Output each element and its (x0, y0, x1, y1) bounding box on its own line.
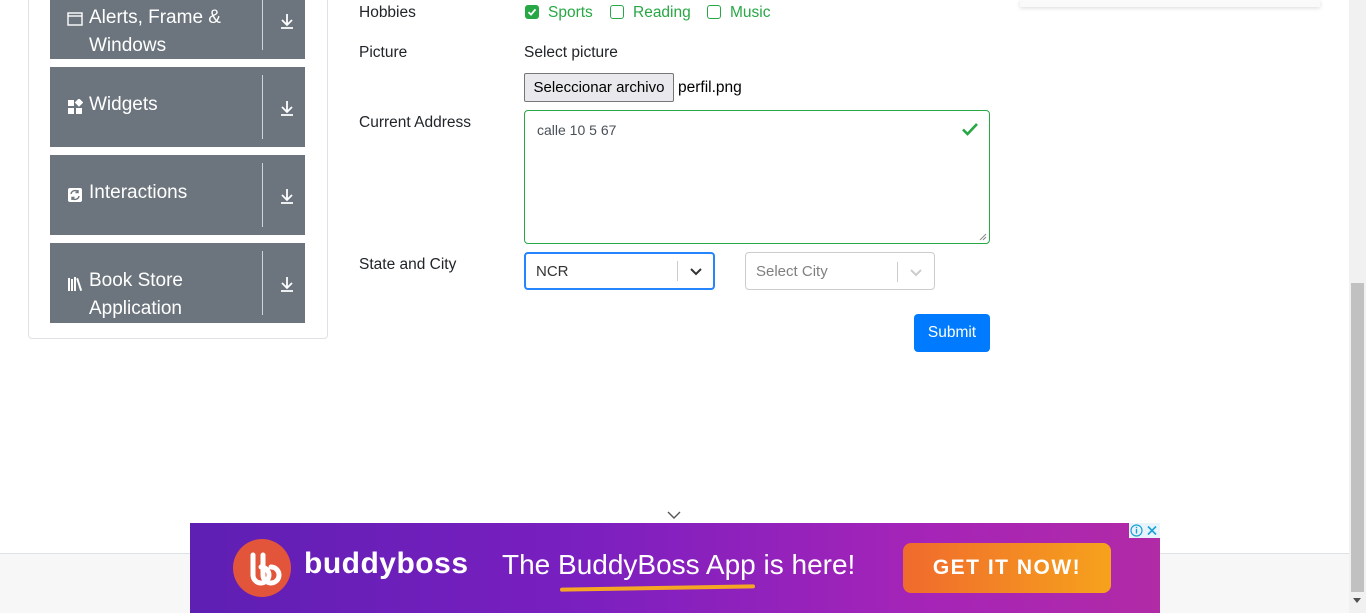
collapse-chevron-icon[interactable] (666, 510, 682, 520)
select-separator (677, 261, 678, 281)
divider (262, 251, 263, 315)
widgets-icon (68, 99, 83, 114)
books-icon (68, 277, 83, 291)
check-icon (527, 8, 537, 16)
hobbies-label: Hobbies (359, 4, 416, 21)
buddyboss-logo-icon (233, 539, 291, 597)
scrollbar-thumb[interactable] (1351, 283, 1364, 592)
chevron-down-icon[interactable] (907, 263, 925, 281)
submit-button[interactable]: Submit (914, 314, 990, 352)
city-select[interactable]: Select City (745, 252, 935, 290)
valid-check-icon (962, 123, 978, 136)
selected-file-name: perfil.png (678, 79, 742, 96)
divider (262, 163, 263, 227)
sidebar-group-label: Interactions (89, 182, 188, 203)
sidebar-group-widgets[interactable]: Widgets (50, 67, 305, 147)
download-icon[interactable] (277, 274, 297, 294)
download-icon[interactable] (277, 186, 297, 206)
banner-headline: The BuddyBoss App is here! (502, 549, 856, 580)
sidebar-group-interactions[interactable]: Interactions (50, 155, 305, 235)
download-icon[interactable] (277, 11, 297, 31)
select-separator (897, 262, 898, 282)
divider (262, 75, 263, 139)
sidebar-group-label: Book Store Application (89, 270, 183, 319)
state-select[interactable]: NCR (524, 252, 715, 290)
sidebar-group-label: Alerts, Frame & Windows (89, 7, 221, 56)
current-address-value: calle 10 5 67 (537, 122, 617, 138)
sidebar-group-label: Widgets (89, 94, 158, 115)
choose-file-button[interactable]: Seleccionar archivo (524, 73, 674, 102)
state-select-value: NCR (536, 263, 569, 280)
scroll-down-arrow-icon[interactable] (1353, 598, 1361, 603)
reading-checkbox[interactable] (610, 5, 624, 19)
current-address-label: Current Address (359, 114, 471, 131)
reading-label[interactable]: Reading (633, 4, 691, 22)
chevron-down-icon[interactable] (687, 262, 705, 280)
sports-checkbox[interactable] (525, 5, 539, 19)
state-city-label: State and City (359, 256, 457, 273)
interactions-icon (68, 188, 82, 202)
ad-frame (1020, 0, 1320, 7)
city-select-placeholder: Select City (756, 263, 828, 280)
music-label[interactable]: Music (730, 4, 770, 22)
select-picture-label: Select picture (524, 44, 618, 61)
banner-brand: buddyboss (304, 547, 469, 580)
sidebar-group-alerts[interactable]: Alerts, Frame & Windows (50, 0, 305, 59)
get-it-now-button[interactable]: GET IT NOW! (903, 543, 1111, 593)
current-address-textarea[interactable]: calle 10 5 67 (524, 110, 990, 244)
window-icon (67, 12, 83, 26)
headline-underline (559, 584, 756, 592)
picture-label: Picture (359, 44, 408, 61)
music-checkbox[interactable] (707, 5, 721, 19)
ad-close-icon[interactable] (1144, 523, 1160, 538)
sidebar-group-book-store[interactable]: Book Store Application (50, 243, 305, 323)
download-icon[interactable] (277, 98, 297, 118)
ad-banner[interactable]: buddyboss The BuddyBoss App is here! GET… (190, 523, 1160, 613)
divider (262, 0, 263, 50)
sports-label[interactable]: Sports (548, 4, 593, 22)
resize-handle-icon[interactable] (978, 232, 987, 241)
adchoices-icon[interactable] (1129, 523, 1144, 538)
